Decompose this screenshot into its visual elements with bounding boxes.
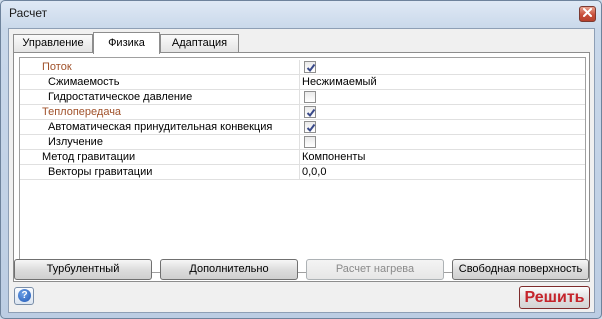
heat-transfer-checkbox[interactable] — [304, 106, 316, 118]
property-label: Поток — [42, 61, 72, 73]
property-label: Автоматическая принудительная конвекция — [48, 121, 273, 133]
help-button[interactable]: ? — [14, 287, 34, 305]
property-row-radiation[interactable]: Излучение — [20, 135, 585, 150]
property-label: Гидростатическое давление — [48, 91, 193, 103]
gravity-vectors-value[interactable]: 0,0,0 — [302, 166, 326, 178]
checkmark-icon — [306, 63, 316, 73]
property-row-compressibility[interactable]: Сжимаемость Несжимаемый — [20, 75, 585, 90]
property-label: Теплопередача — [42, 106, 122, 118]
property-row-flow[interactable]: Поток — [20, 60, 585, 75]
tab-control[interactable]: Управление — [13, 34, 93, 53]
dialog-body: Управление Физика Адаптация Поток Сжимае… — [8, 28, 595, 313]
close-icon — [583, 8, 592, 20]
window-title: Расчет — [9, 6, 48, 20]
compressibility-value[interactable]: Несжимаемый — [302, 76, 377, 88]
property-label: Сжимаемость — [48, 76, 120, 88]
close-button[interactable] — [579, 6, 596, 22]
checkmark-icon — [306, 123, 316, 133]
gravity-method-value[interactable]: Компоненты — [302, 151, 365, 163]
property-row-hydrostatic[interactable]: Гидростатическое давление — [20, 90, 585, 105]
heat-calc-button[interactable]: Расчет нагрева — [306, 259, 444, 280]
property-row-gravity-method[interactable]: Метод гравитации Компоненты — [20, 150, 585, 165]
solve-button[interactable]: Решить — [519, 286, 590, 309]
property-row-heat-transfer[interactable]: Теплопередача — [20, 105, 585, 120]
property-label: Векторы гравитации — [48, 166, 153, 178]
turbulent-button[interactable]: Турбулентный — [14, 259, 152, 280]
title-bar[interactable]: Расчет — [1, 1, 601, 27]
tab-adaptation[interactable]: Адаптация — [160, 34, 239, 53]
checkmark-icon — [306, 108, 316, 118]
physics-panel: Поток Сжимаемость Несжимаемый Гидростати… — [13, 52, 590, 282]
calculation-dialog: Расчет Управление Физика Адаптация Поток — [0, 0, 602, 319]
property-label: Метод гравитации — [42, 151, 136, 163]
property-grid: Поток Сжимаемость Несжимаемый Гидростати… — [19, 57, 586, 273]
advanced-button[interactable]: Дополнительно — [160, 259, 298, 280]
forced-convection-checkbox[interactable] — [304, 121, 316, 133]
flow-checkbox[interactable] — [304, 61, 316, 73]
help-icon: ? — [18, 289, 31, 302]
hydrostatic-checkbox[interactable] — [304, 91, 316, 103]
free-surface-button[interactable]: Свободная поверхность — [452, 259, 589, 280]
property-row-forced-convection[interactable]: Автоматическая принудительная конвекция — [20, 120, 585, 135]
tab-physics[interactable]: Физика — [93, 32, 160, 54]
property-label: Излучение — [48, 136, 103, 148]
property-row-gravity-vectors[interactable]: Векторы гравитации 0,0,0 — [20, 165, 585, 180]
radiation-checkbox[interactable] — [304, 136, 316, 148]
